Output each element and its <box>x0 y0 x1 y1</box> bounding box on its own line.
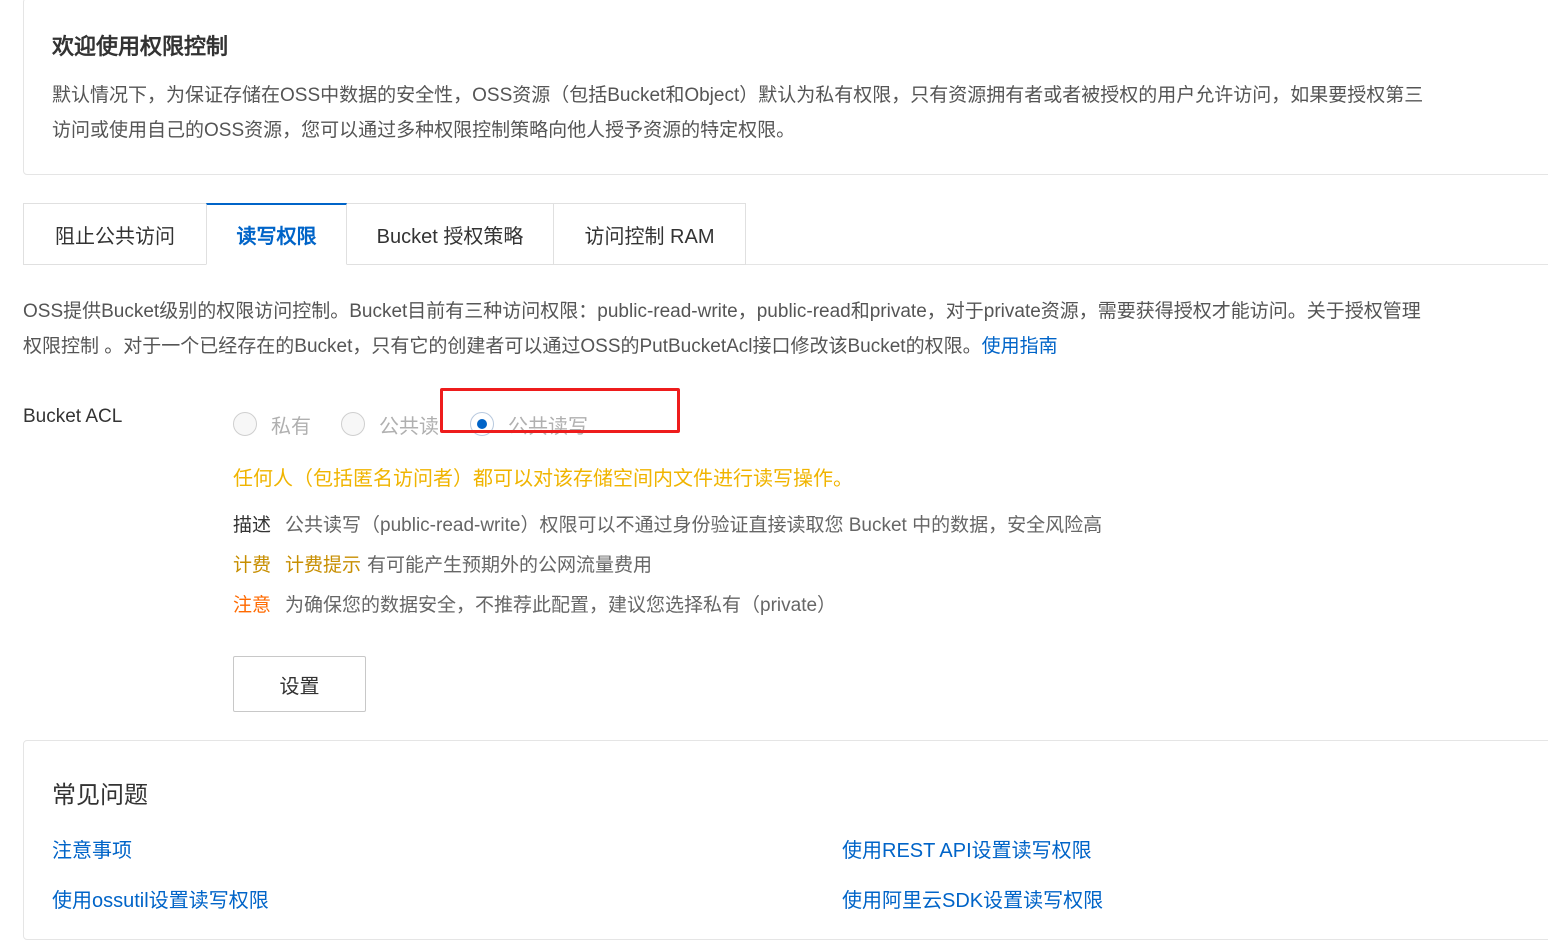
intro-line-2: 权限控制 。对于一个已经存在的Bucket，只有它的创建者可以通过OSS的Put… <box>23 329 1548 364</box>
welcome-description: 默认情况下，为保证存储在OSS中数据的安全性，OSS资源（包括Bucket和Ob… <box>52 78 1548 148</box>
faq-card: 常见问题 注意事项 使用REST API设置读写权限 使用ossutil设置读写… <box>23 740 1548 940</box>
tab-read-write-permission[interactable]: 读写权限 <box>206 203 347 265</box>
acl-note-row: 注意 为确保您的数据安全，不推荐此配置，建议您选择私有（private） <box>233 590 836 617</box>
description-key: 描述 <box>233 515 272 536</box>
radio-private[interactable]: 私有 <box>233 410 311 438</box>
permission-tabs: 阻止公共访问 读写权限 Bucket 授权策略 访问控制 RAM <box>23 203 1548 265</box>
faq-title: 常见问题 <box>52 782 148 809</box>
faq-link-ossutil[interactable]: 使用ossutil设置读写权限 <box>52 884 269 913</box>
fee-hint: 计费提示 <box>285 555 362 576</box>
radio-label-public-read-write: 公共读写 <box>508 415 588 438</box>
bucket-acl-label: Bucket ACL <box>23 406 123 427</box>
tab-bucket-policy[interactable]: Bucket 授权策略 <box>346 203 554 265</box>
faq-link-rest-api[interactable]: 使用REST API设置读写权限 <box>842 834 1092 863</box>
acl-fee-row: 计费 计费提示 有可能产生预期外的公网流量费用 <box>233 550 652 577</box>
radio-public-read[interactable]: 公共读 <box>341 410 439 438</box>
radio-circle-public-read <box>341 412 365 436</box>
welcome-card: 欢迎使用权限控制 默认情况下，为保证存储在OSS中数据的安全性，OSS资源（包括… <box>23 0 1548 175</box>
fee-key: 计费 <box>233 555 272 576</box>
radio-public-read-write[interactable]: 公共读写 <box>470 410 588 438</box>
radio-circle-private <box>233 412 257 436</box>
faq-link-notes[interactable]: 注意事项 <box>52 834 132 863</box>
tab-access-control-ram[interactable]: 访问控制 RAM <box>553 203 746 265</box>
radio-label-public-read: 公共读 <box>379 415 439 438</box>
note-value: 为确保您的数据安全，不推荐此配置，建议您选择私有（private） <box>285 595 837 616</box>
radio-circle-public-read-write <box>470 412 494 436</box>
intro-line-1: OSS提供Bucket级别的权限访问控制。Bucket目前有三种访问权限：pub… <box>23 301 1421 322</box>
note-key: 注意 <box>233 595 272 616</box>
acl-intro-text: OSS提供Bucket级别的权限访问控制。Bucket目前有三种访问权限：pub… <box>23 294 1548 364</box>
welcome-desc-line-1: 默认情况下，为保证存储在OSS中数据的安全性，OSS资源（包括Bucket和Ob… <box>52 85 1424 106</box>
description-value: 公共读写（public-read-write）权限可以不通过身份验证直接读取您 … <box>285 515 1103 536</box>
tab-block-public-access[interactable]: 阻止公共访问 <box>23 203 207 265</box>
acl-description-row: 描述 公共读写（public-read-write）权限可以不通过身份验证直接读取… <box>233 510 1102 537</box>
faq-link-sdk[interactable]: 使用阿里云SDK设置读写权限 <box>842 884 1103 913</box>
fee-value: 有可能产生预期外的公网流量费用 <box>367 555 653 576</box>
usage-guide-link[interactable]: 使用指南 <box>982 336 1058 357</box>
intro-line-2-text: 权限控制 。对于一个已经存在的Bucket，只有它的创建者可以通过OSS的Put… <box>23 336 982 357</box>
welcome-desc-line-2: 访问或使用自己的OSS资源，您可以通过多种权限控制策略向他人授予资源的特定权限。 <box>52 120 796 141</box>
welcome-title: 欢迎使用权限控制 <box>52 34 229 59</box>
set-button[interactable]: 设置 <box>233 656 366 712</box>
acl-warning-text: 任何人（包括匿名访问者）都可以对该存储空间内文件进行读写操作。 <box>233 468 853 490</box>
radio-label-private: 私有 <box>271 415 311 438</box>
